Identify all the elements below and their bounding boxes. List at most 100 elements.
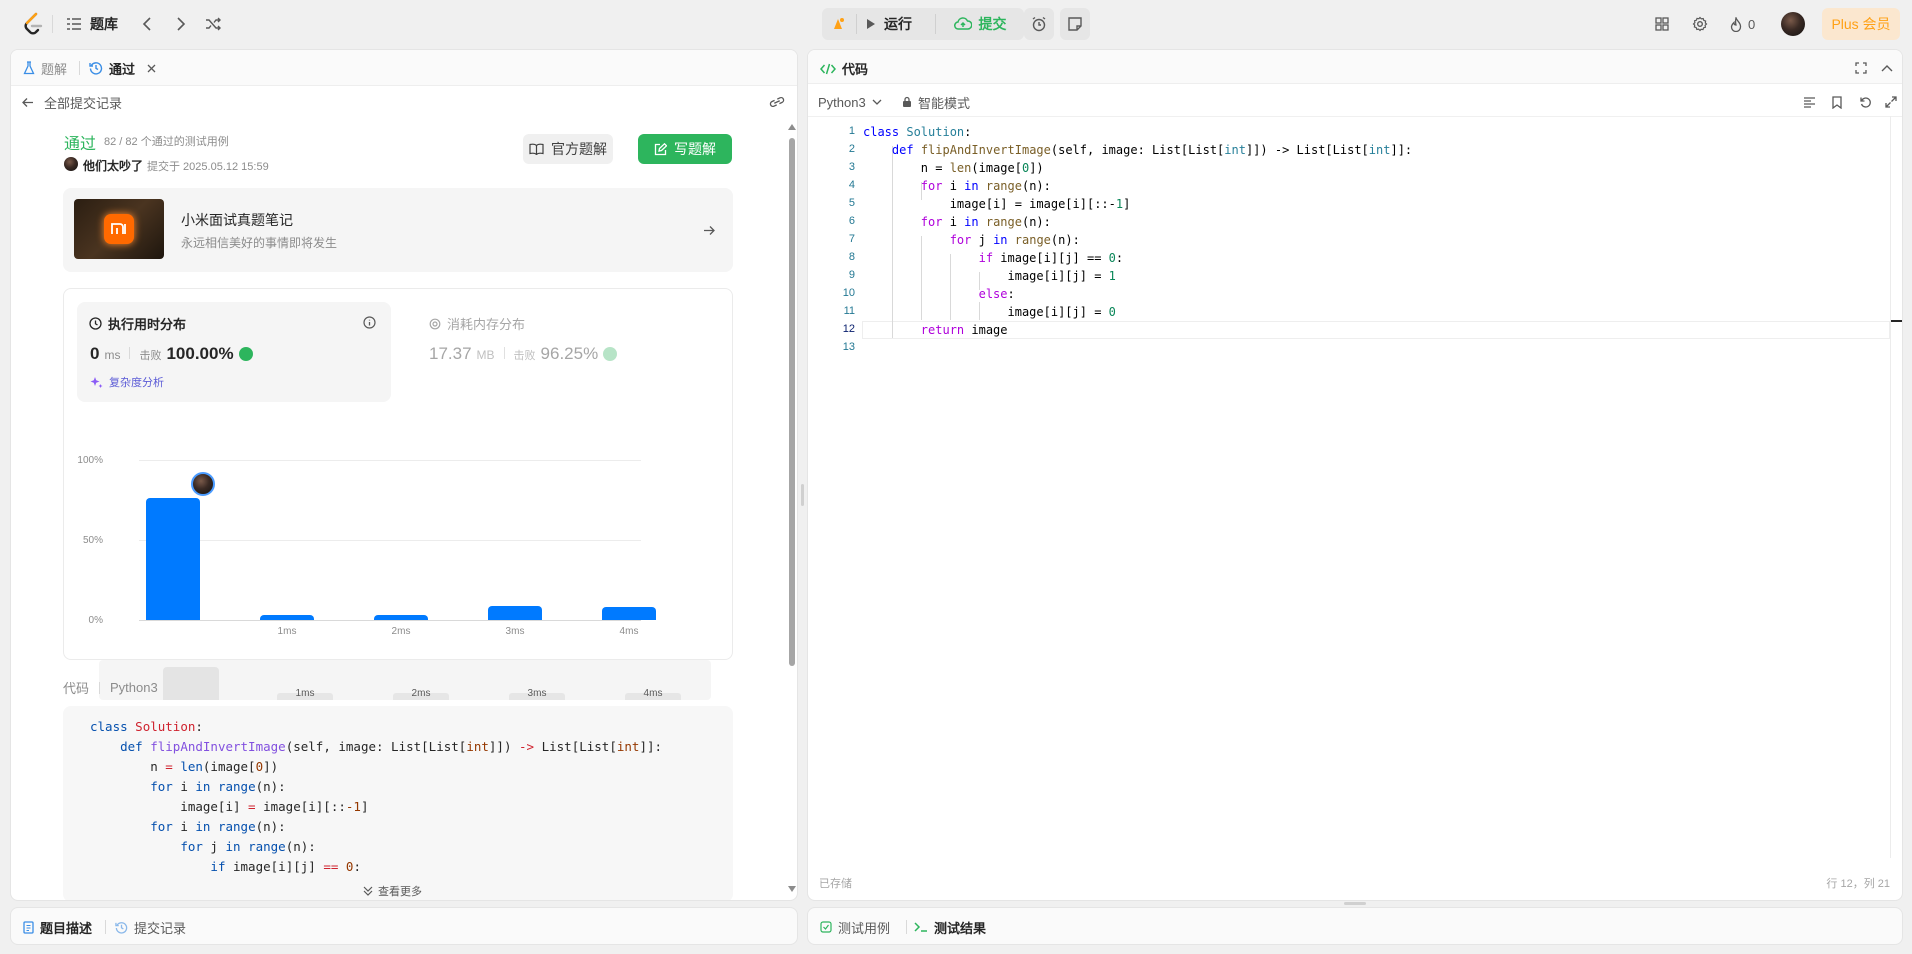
prev-problem-icon[interactable] <box>136 12 158 36</box>
xiaomi-cover-image <box>74 199 164 259</box>
problem-list-button[interactable]: 题库 <box>66 12 118 36</box>
smart-mode-toggle[interactable]: 智能模式 <box>902 92 970 112</box>
x-tick-label: 1ms <box>277 626 297 637</box>
brush-tick-label: 4ms <box>643 688 663 699</box>
line-number: 2 <box>848 143 855 155</box>
tab-testcases[interactable]: 测试用例 <box>820 918 890 936</box>
see-more-button[interactable]: 查看更多 <box>363 883 422 899</box>
note-icon[interactable] <box>1060 8 1090 40</box>
close-tab-icon[interactable] <box>147 64 156 73</box>
fullscreen-icon[interactable] <box>1852 59 1870 77</box>
code-line: image[i] = image[i][::-1] <box>90 799 369 814</box>
leetcode-logo[interactable] <box>20 10 46 38</box>
submitter-name[interactable]: 他们太吵了 <box>83 157 143 174</box>
console-resize-handle[interactable] <box>1344 902 1366 905</box>
tab-solutions[interactable]: 题解 <box>23 59 67 77</box>
line-number: 8 <box>848 251 855 263</box>
share-link-icon[interactable] <box>767 92 787 112</box>
tab-accepted-label: 通过 <box>109 61 136 77</box>
settings-gear-icon[interactable] <box>1688 12 1712 36</box>
xiaomi-logo-icon <box>104 214 134 244</box>
editor-line: if image[i][j] == 0: <box>978 251 1124 265</box>
run-label: 运行 <box>884 16 912 32</box>
shuffle-icon[interactable] <box>202 12 224 36</box>
write-solution-button[interactable]: 写题解 <box>638 134 732 164</box>
memory-value: 17.37 <box>429 344 472 363</box>
editor-scrollbar-track[interactable] <box>1890 116 1891 858</box>
arrow-left-icon <box>21 97 34 108</box>
debug-icon[interactable] <box>824 10 852 38</box>
brush-selected-window[interactable] <box>163 667 219 700</box>
info-icon[interactable] <box>361 314 377 330</box>
left-panel: 题解 通过 全部提交记录 通过 82 / 82 个通过的测试用例 他们太吵了 提… <box>10 49 798 901</box>
chart-bar-0ms[interactable] <box>146 498 200 620</box>
chart-bar-4ms[interactable] <box>602 607 656 620</box>
cursor-marker <box>1890 320 1902 322</box>
editor-line: image[i] = image[i][::-1] <box>863 197 1131 211</box>
checkbox-icon <box>820 921 832 933</box>
next-problem-icon[interactable] <box>170 12 192 36</box>
tab-testcases-label: 测试用例 <box>838 920 891 936</box>
terminal-icon <box>914 921 928 933</box>
promo-subtitle: 永远相信美好的事情即将发生 <box>181 236 338 250</box>
chart-bar-2ms[interactable] <box>374 615 428 620</box>
clock-icon <box>89 317 102 330</box>
scroll-down-arrow[interactable] <box>787 884 797 894</box>
code-line: class Solution: <box>90 719 203 734</box>
tab-submissions[interactable]: 提交记录 <box>115 918 186 936</box>
chart-bar-1ms[interactable] <box>260 615 314 620</box>
promo-title: 小米面试真题笔记 <box>181 212 293 228</box>
bookmark-icon[interactable] <box>1828 93 1846 111</box>
line-number: 13 <box>842 341 855 353</box>
tab-description-label: 题目描述 <box>40 920 93 936</box>
current-line-highlight <box>862 321 1890 339</box>
language-selector[interactable]: Python3 <box>818 92 882 112</box>
plus-membership-button[interactable]: Plus 会员 <box>1822 8 1900 40</box>
panel-resize-handle[interactable] <box>801 484 804 506</box>
grid-line-50 <box>139 540 641 541</box>
faded-clap-icon <box>603 347 618 361</box>
format-code-icon[interactable] <box>1800 93 1818 111</box>
all-submissions-link[interactable]: 全部提交记录 <box>21 92 122 112</box>
complexity-analysis-button[interactable]: 复杂度分析 <box>90 374 164 390</box>
memory-chip-icon <box>429 318 441 330</box>
chart-bar-3ms[interactable] <box>488 605 542 620</box>
x-tick-label: 2ms <box>391 626 411 637</box>
tab-description[interactable]: 题目描述 <box>23 918 92 936</box>
complexity-analysis-label: 复杂度分析 <box>109 377 164 389</box>
expand-editor-icon[interactable] <box>1882 93 1900 111</box>
memory-stat-card[interactable]: 消耗内存分布 17.37 MB 击败 96.25% <box>415 302 715 402</box>
history-icon <box>89 61 103 75</box>
streak-counter[interactable]: 0 <box>1730 12 1755 36</box>
runtime-stat-card[interactable]: 执行用时分布 0 ms 击败 100.00% 复杂度分析 <box>77 302 391 402</box>
play-icon <box>866 18 876 30</box>
memory-title: 消耗内存分布 <box>447 317 526 332</box>
promo-card[interactable]: 小米面试真题笔记 永远相信美好的事情即将发生 <box>63 188 733 272</box>
layout-grid-icon[interactable] <box>1650 12 1674 36</box>
code-editor-panel: 代码 Python3 智能模式 <box>807 49 1903 901</box>
alarm-clock-icon[interactable] <box>1024 8 1054 40</box>
brush-tick-label: 3ms <box>527 688 547 699</box>
line-number: 10 <box>842 287 855 299</box>
streak-count: 0 <box>1748 16 1756 32</box>
code-line: for j in range(n): <box>180 839 316 854</box>
line-number-gutter: 1 2 3 4 5 6 7 8 9 10 11 12 13 <box>807 120 857 360</box>
code-line: for i in range(n): <box>150 819 286 834</box>
reset-code-icon[interactable] <box>1856 93 1874 111</box>
testcases-passed: 82 / 82 个通过的测试用例 <box>104 136 229 148</box>
official-solution-button[interactable]: 官方题解 <box>523 134 613 164</box>
official-solution-label: 官方题解 <box>551 141 607 157</box>
run-button[interactable]: 运行 <box>866 12 912 36</box>
editor-title: 代码 <box>842 62 869 77</box>
scroll-up-arrow[interactable] <box>787 122 797 132</box>
tab-accepted[interactable]: 通过 <box>89 59 156 77</box>
user-avatar[interactable] <box>1781 12 1805 36</box>
code-line: n = len(image[0]) <box>90 759 279 774</box>
editor-line: for j in range(n): <box>949 233 1080 247</box>
collapse-chevron-icon[interactable] <box>1878 59 1896 77</box>
tab-test-results[interactable]: 测试结果 <box>914 918 986 936</box>
submit-button[interactable]: 提交 <box>940 10 1020 38</box>
line-number: 1 <box>848 125 855 137</box>
scrollbar-thumb[interactable] <box>789 138 795 666</box>
write-solution-label: 写题解 <box>674 141 716 157</box>
